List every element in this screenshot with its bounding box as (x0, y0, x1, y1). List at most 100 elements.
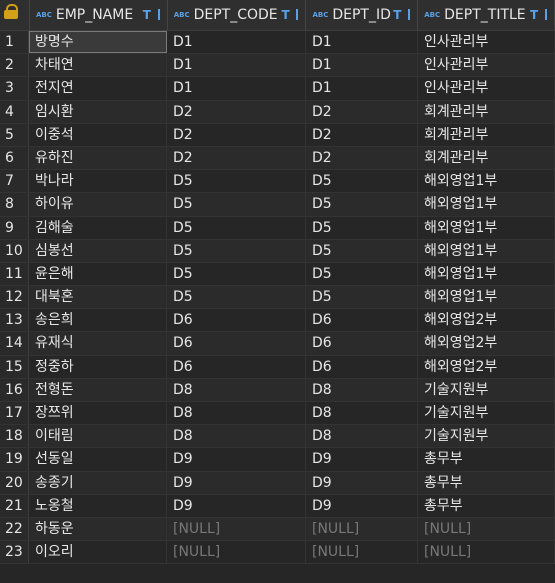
cell-dept-id[interactable]: D8 (306, 402, 418, 425)
cell-dept-code[interactable]: D1 (167, 77, 306, 100)
cell-dept-id[interactable]: D8 (306, 425, 418, 448)
cell-dept-code[interactable]: [NULL] (167, 541, 306, 564)
table-row[interactable]: 15 정중하 D6 D6 해외영업2부 (0, 355, 555, 379)
cell-dept-title[interactable]: 기술지원부 (418, 402, 555, 425)
cell-emp-name[interactable]: 유하진 (29, 146, 167, 170)
cell-dept-code[interactable]: D2 (167, 123, 306, 146)
cell-dept-code[interactable]: D2 (167, 100, 306, 123)
cell-dept-code[interactable]: D2 (167, 146, 306, 170)
table-row[interactable]: 8 하이유 D5 D5 해외영업1부 (0, 193, 555, 217)
cell-dept-code[interactable]: D9 (167, 494, 306, 517)
cell-emp-name[interactable]: 심봉선 (29, 239, 167, 262)
cell-dept-id[interactable]: [NULL] (306, 517, 418, 541)
table-row[interactable]: 20 송종기 D9 D9 총무부 (0, 471, 555, 495)
cell-dept-title[interactable]: 회계관리부 (418, 123, 555, 146)
sort-filter-icon[interactable] (143, 7, 161, 23)
column-header-dept-code[interactable]: ABC DEPT_CODE (168, 0, 307, 30)
cell-dept-id[interactable]: D9 (306, 448, 418, 471)
table-row[interactable]: 3 전지연 D1 D1 인사관리부 (0, 77, 555, 101)
table-row[interactable]: 5 이중석 D2 D2 회계관리부 (0, 123, 555, 147)
cell-emp-name[interactable]: 이태림 (29, 425, 167, 448)
cell-dept-id[interactable]: D5 (306, 239, 418, 262)
column-header-dept-title[interactable]: ABC DEPT_TITLE (418, 0, 555, 30)
cell-dept-code[interactable]: D5 (167, 286, 306, 309)
cell-dept-code[interactable]: D5 (167, 170, 306, 193)
table-row[interactable]: 2 차태연 D1 D1 인사관리부 (0, 54, 555, 78)
cell-emp-name[interactable]: 임시환 (29, 100, 167, 123)
table-row[interactable]: 14 유재식 D6 D6 해외영업2부 (0, 332, 555, 356)
cell-dept-title[interactable]: 해외영업1부 (418, 216, 555, 239)
cell-dept-title[interactable]: 해외영업2부 (418, 332, 555, 355)
cell-dept-id[interactable]: [NULL] (306, 541, 418, 564)
cell-dept-title[interactable]: 총무부 (418, 494, 555, 517)
table-row[interactable]: 16 전형돈 D8 D8 기술지원부 (0, 378, 555, 402)
cell-dept-id[interactable]: D5 (306, 262, 418, 286)
cell-dept-title[interactable]: 해외영업1부 (418, 262, 555, 286)
cell-emp-name[interactable]: 정중하 (29, 355, 167, 378)
cell-dept-id[interactable]: D8 (306, 378, 418, 401)
cell-emp-name[interactable]: 장쯔위 (29, 402, 167, 425)
cell-dept-id[interactable]: D9 (306, 494, 418, 517)
cell-dept-id[interactable]: D2 (306, 123, 418, 146)
cell-emp-name[interactable]: 송종기 (29, 471, 167, 494)
table-row[interactable]: 22 하동운 [NULL] [NULL] [NULL] (0, 517, 555, 542)
cell-dept-title[interactable]: 해외영업2부 (418, 309, 555, 332)
cell-emp-name[interactable]: 노옹철 (29, 494, 167, 517)
cell-dept-title[interactable]: 회계관리부 (418, 146, 555, 170)
cell-emp-name[interactable]: 대북혼 (29, 286, 167, 309)
cell-dept-title[interactable]: 해외영업1부 (418, 193, 555, 216)
cell-dept-title[interactable]: 해외영업1부 (418, 170, 555, 193)
cell-dept-code[interactable]: D1 (167, 31, 306, 54)
table-row[interactable]: 10 심봉선 D5 D5 해외영업1부 (0, 239, 555, 263)
table-row[interactable]: 23 이오리 [NULL] [NULL] [NULL] (0, 541, 555, 565)
cell-dept-title[interactable]: 기술지원부 (418, 425, 555, 448)
table-row[interactable]: 18 이태림 D8 D8 기술지원부 (0, 425, 555, 449)
cell-emp-name[interactable]: 하동운 (29, 517, 167, 541)
cell-dept-id[interactable]: D9 (306, 471, 418, 494)
table-row[interactable]: 12 대북혼 D5 D5 해외영업1부 (0, 286, 555, 310)
column-header-dept-id[interactable]: ABC DEPT_ID (306, 0, 419, 30)
sort-filter-icon[interactable] (281, 7, 299, 23)
table-row[interactable]: 17 장쯔위 D8 D8 기술지원부 (0, 402, 555, 426)
cell-dept-title[interactable]: 인사관리부 (418, 31, 555, 54)
cell-dept-code[interactable]: D8 (167, 402, 306, 425)
cell-dept-id[interactable]: D5 (306, 286, 418, 309)
cell-dept-title[interactable]: 회계관리부 (418, 100, 555, 123)
cell-emp-name[interactable]: 송은희 (29, 309, 167, 332)
cell-dept-code[interactable]: D9 (167, 448, 306, 471)
cell-emp-name[interactable]: 이중석 (29, 123, 167, 146)
table-row[interactable]: 21 노옹철 D9 D9 총무부 (0, 494, 555, 518)
cell-dept-title[interactable]: 총무부 (418, 471, 555, 494)
cell-dept-code[interactable]: D9 (167, 471, 306, 494)
column-header-emp-name[interactable]: ABC EMP_NAME (30, 0, 168, 30)
cell-emp-name[interactable]: 차태연 (29, 54, 167, 77)
cell-emp-name[interactable]: 하이유 (29, 193, 167, 216)
cell-dept-code[interactable]: D8 (167, 378, 306, 401)
cell-dept-id[interactable]: D6 (306, 309, 418, 332)
cell-emp-name[interactable]: 박나라 (29, 170, 167, 193)
cell-dept-title[interactable]: 인사관리부 (418, 54, 555, 77)
cell-emp-name[interactable]: 방명수 (29, 31, 167, 54)
cell-dept-id[interactable]: D2 (306, 100, 418, 123)
cell-emp-name[interactable]: 이오리 (29, 541, 167, 564)
cell-dept-id[interactable]: D1 (306, 31, 418, 54)
cell-dept-title[interactable]: 기술지원부 (418, 378, 555, 401)
cell-emp-name[interactable]: 김해술 (29, 216, 167, 239)
cell-dept-code[interactable]: D5 (167, 262, 306, 286)
cell-dept-code[interactable]: D5 (167, 239, 306, 262)
cell-emp-name[interactable]: 선동일 (29, 448, 167, 471)
cell-dept-code[interactable]: D8 (167, 425, 306, 448)
cell-dept-id[interactable]: D5 (306, 193, 418, 216)
sort-filter-icon[interactable] (393, 7, 411, 23)
lock-icon[interactable] (0, 0, 30, 30)
cell-dept-id[interactable]: D1 (306, 77, 418, 100)
cell-dept-id[interactable]: D5 (306, 170, 418, 193)
table-row[interactable]: 9 김해술 D5 D5 해외영업1부 (0, 216, 555, 240)
table-row[interactable]: 19 선동일 D9 D9 총무부 (0, 448, 555, 472)
cell-emp-name[interactable]: 전형돈 (29, 378, 167, 401)
cell-dept-code[interactable]: D1 (167, 54, 306, 77)
cell-dept-title[interactable]: [NULL] (418, 517, 555, 541)
table-row[interactable]: 11 윤은해 D5 D5 해외영업1부 (0, 262, 555, 287)
table-row[interactable]: 13 송은희 D6 D6 해외영업2부 (0, 309, 555, 333)
table-row[interactable]: 4 임시환 D2 D2 회계관리부 (0, 100, 555, 124)
